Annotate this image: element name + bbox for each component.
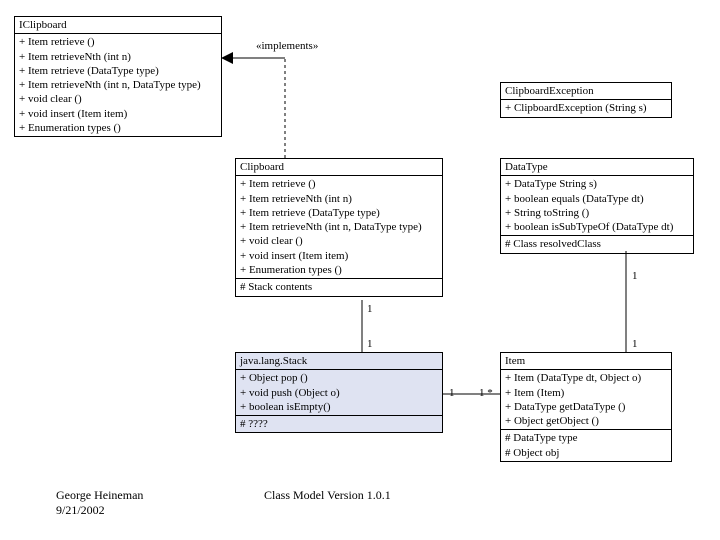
class-attributes: # Class resolvedClass bbox=[501, 236, 693, 252]
op: + Object getObject () bbox=[505, 414, 667, 428]
op: + Item (Item) bbox=[505, 386, 667, 400]
op: + Item retrieve (DataType type) bbox=[240, 206, 438, 220]
class-attributes: # ???? bbox=[236, 416, 442, 432]
op: + Item retrieve (DataType type) bbox=[19, 64, 217, 78]
op: + DataType getDataType () bbox=[505, 400, 667, 414]
uml-class-diagram: IClipboard + Item retrieve () + Item ret… bbox=[0, 0, 720, 540]
op: + void clear () bbox=[240, 234, 438, 248]
footer-author: George Heineman bbox=[56, 488, 143, 503]
op: + Enumeration types () bbox=[19, 121, 217, 135]
class-title: IClipboard bbox=[15, 17, 221, 34]
op: + void insert (Item item) bbox=[19, 107, 217, 121]
class-clipboard-exception: ClipboardException + ClipboardException … bbox=[500, 82, 672, 118]
footer-date: 9/21/2002 bbox=[56, 503, 105, 518]
op: + Item retrieveNth (int n, DataType type… bbox=[240, 220, 438, 234]
class-operations: + Item retrieve () + Item retrieveNth (i… bbox=[15, 34, 221, 136]
mult-label: 1 * bbox=[479, 387, 493, 399]
op: + Item retrieve () bbox=[240, 177, 438, 191]
op: + void clear () bbox=[19, 92, 217, 106]
class-title: ClipboardException bbox=[501, 83, 671, 100]
class-datatype: DataType + DataType String s) + boolean … bbox=[500, 158, 694, 254]
class-stack: java.lang.Stack + Object pop () + void p… bbox=[235, 352, 443, 433]
class-title: java.lang.Stack bbox=[236, 353, 442, 370]
attr: # Object obj bbox=[505, 446, 667, 460]
op: + Item retrieveNth (int n) bbox=[240, 192, 438, 206]
op: + DataType String s) bbox=[505, 177, 689, 191]
class-title: Clipboard bbox=[236, 159, 442, 176]
op: + boolean isSubTypeOf (DataType dt) bbox=[505, 220, 689, 234]
op: + Item retrieveNth (int n, DataType type… bbox=[19, 78, 217, 92]
class-attributes: # Stack contents bbox=[236, 279, 442, 295]
mult-label: 1 bbox=[367, 338, 373, 350]
op: + Enumeration types () bbox=[240, 263, 438, 277]
class-operations: + Item (DataType dt, Object o) + Item (I… bbox=[501, 370, 671, 430]
op: + Item retrieveNth (int n) bbox=[19, 50, 217, 64]
footer-version: Class Model Version 1.0.1 bbox=[264, 488, 391, 503]
class-operations: + DataType String s) + boolean equals (D… bbox=[501, 176, 693, 236]
op: + Item (DataType dt, Object o) bbox=[505, 371, 667, 385]
class-clipboard: Clipboard + Item retrieve () + Item retr… bbox=[235, 158, 443, 297]
class-operations: + Object pop () + void push (Object o) +… bbox=[236, 370, 442, 416]
op: + void insert (Item item) bbox=[240, 249, 438, 263]
stereotype-label: «implements» bbox=[256, 40, 318, 52]
class-iclipboard: IClipboard + Item retrieve () + Item ret… bbox=[14, 16, 222, 137]
op: + Object pop () bbox=[240, 371, 438, 385]
mult-label: 1 bbox=[632, 338, 638, 350]
op: + Item retrieve () bbox=[19, 35, 217, 49]
attr: # DataType type bbox=[505, 431, 667, 445]
op: + String toString () bbox=[505, 206, 689, 220]
op: + boolean equals (DataType dt) bbox=[505, 192, 689, 206]
class-title: DataType bbox=[501, 159, 693, 176]
op: + void push (Object o) bbox=[240, 386, 438, 400]
class-title: Item bbox=[501, 353, 671, 370]
mult-label: 1 bbox=[632, 270, 638, 282]
class-attributes: # DataType type # Object obj bbox=[501, 430, 671, 461]
mult-label: 1 bbox=[367, 303, 373, 315]
op: + boolean isEmpty() bbox=[240, 400, 438, 414]
mult-label: 1 bbox=[449, 387, 455, 399]
class-operations: + Item retrieve () + Item retrieveNth (i… bbox=[236, 176, 442, 279]
op: + ClipboardException (String s) bbox=[505, 101, 667, 115]
class-operations: + ClipboardException (String s) bbox=[501, 100, 671, 116]
class-item: Item + Item (DataType dt, Object o) + It… bbox=[500, 352, 672, 462]
